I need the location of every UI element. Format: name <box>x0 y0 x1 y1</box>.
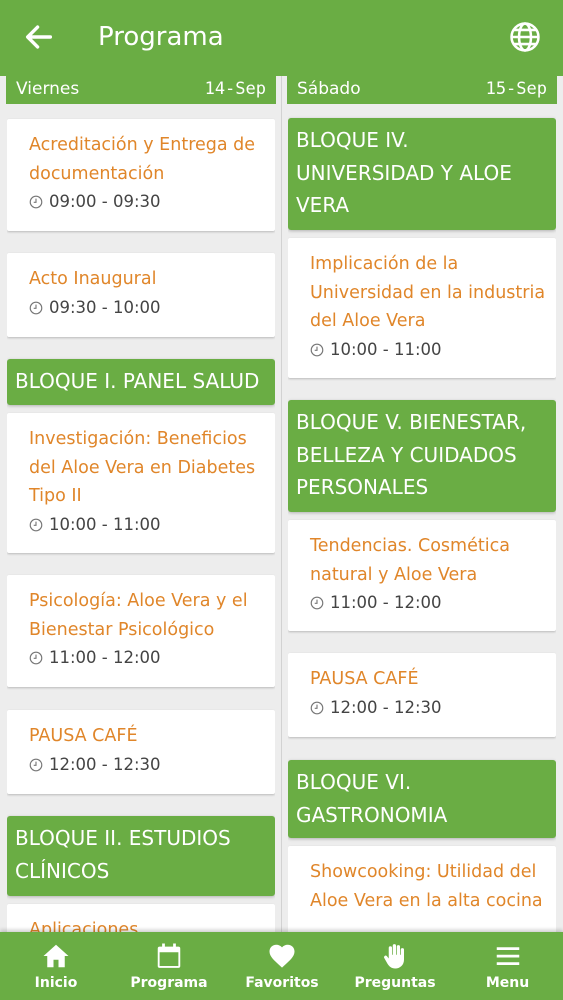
session-time-text: 11:00 - 12:00 <box>330 593 442 612</box>
session-time: 11:00 - 12:00 <box>310 591 546 615</box>
nav-label: Preguntas <box>354 975 436 991</box>
nav-label: Programa <box>130 975 208 991</box>
session-title: Investigación: Beneficios del Aloe Vera … <box>29 429 256 506</box>
nav-label: Inicio <box>34 975 78 991</box>
calendar-icon <box>157 943 181 968</box>
hand-icon <box>384 944 404 969</box>
session-card[interactable]: PAUSA CAFÉ 12:00 - 12:30 <box>7 710 275 794</box>
day-date: 14-Sep <box>204 79 266 99</box>
home-icon <box>43 944 69 968</box>
session-title: Psicología: Aloe Vera y el Bienestar Psi… <box>29 591 248 640</box>
session-time-text: 10:00 - 11:00 <box>49 514 161 534</box>
day-header-friday: Viernes 14-Sep <box>6 76 276 104</box>
session-time: 09:30 - 10:00 <box>29 296 265 320</box>
schedule-column-saturday[interactable]: BLOQUE IV. UNIVERSIDAD Y ALOE VERA Impli… <box>288 104 556 936</box>
day-name: Viernes <box>16 79 80 99</box>
nav-item-favoritos[interactable]: Favoritos <box>226 932 338 1000</box>
day-name: Sábado <box>297 79 361 99</box>
session-title: Acto Inaugural <box>29 269 157 289</box>
session-card[interactable]: Showcooking: Utilidad del Aloe Vera en l… <box>288 846 556 936</box>
session-time: 09:00 - 09:30 <box>29 190 265 214</box>
clock-icon <box>310 343 324 356</box>
heart-icon <box>269 944 295 968</box>
session-time-text: 09:30 - 10:00 <box>49 297 161 317</box>
session-card[interactable]: Acto Inaugural 09:30 - 10:00 <box>7 253 275 337</box>
nav-label: Favoritos <box>245 975 319 991</box>
session-title: Showcooking: Utilidad del Aloe Vera en l… <box>310 862 543 911</box>
session-time: 11:00 - 12:00 <box>29 646 265 670</box>
block-header: BLOQUE VI. GASTRONOMIA <box>288 760 556 838</box>
clock-icon <box>29 651 43 665</box>
session-title: PAUSA CAFÉ <box>310 669 419 689</box>
session-title: Acreditación y Entrega de documentación <box>29 135 256 184</box>
block-header: BLOQUE IV. UNIVERSIDAD Y ALOE VERA <box>288 118 556 230</box>
clock-icon <box>29 301 43 314</box>
session-title: Implicación de la Universidad en la indu… <box>310 254 546 331</box>
app-bar: Programa <box>0 0 563 76</box>
page-title: Programa <box>98 22 224 52</box>
session-time: 12:00 - 12:30 <box>310 696 546 720</box>
session-card[interactable]: Implicación de la Universidad en la indu… <box>288 238 556 378</box>
session-card[interactable]: Acreditación y Entrega de documentación … <box>7 119 275 231</box>
session-card[interactable]: Investigación: Beneficios del Aloe Vera … <box>7 413 275 553</box>
nav-item-preguntas[interactable]: Preguntas <box>339 932 451 1000</box>
session-time: 10:00 - 11:00 <box>310 338 546 362</box>
session-time: 10:00 - 11:00 <box>29 513 265 537</box>
clock-icon <box>29 518 43 531</box>
nav-item-programa[interactable]: Programa <box>113 932 225 1000</box>
arrow-left-icon[interactable] <box>22 20 56 54</box>
block-header: BLOQUE V. BIENESTAR, BELLEZA Y CUIDADOS … <box>288 400 556 512</box>
bottom-navigation: Inicio Programa Favoritos Preguntas Menu <box>0 932 563 1000</box>
schedule-column-friday[interactable]: Acreditación y Entrega de documentación … <box>7 104 275 936</box>
clock-icon <box>310 596 324 610</box>
clock-icon <box>310 701 324 714</box>
session-time-text: 09:00 - 09:30 <box>49 192 161 211</box>
session-time-text: 10:00 - 11:00 <box>330 339 442 359</box>
day-header-saturday: Sábado 15-Sep <box>287 76 557 104</box>
session-title: Tendencias. Cosmética natural y Aloe Ver… <box>310 536 510 585</box>
nav-item-menu[interactable]: Menu <box>452 932 563 1000</box>
day-date: 15-Sep <box>485 79 547 99</box>
session-time: 12:00 - 12:30 <box>29 753 265 777</box>
nav-label: Menu <box>485 975 530 991</box>
session-time-text: 12:00 - 12:30 <box>49 754 161 774</box>
globe-icon[interactable] <box>508 20 542 54</box>
menu-icon <box>496 947 519 965</box>
session-card[interactable]: Psicología: Aloe Vera y el Bienestar Psi… <box>7 575 275 687</box>
clock-icon <box>29 758 43 771</box>
clock-icon <box>29 195 43 209</box>
column-divider <box>281 76 282 936</box>
session-time-text: 11:00 - 12:00 <box>49 648 161 667</box>
nav-item-inicio[interactable]: Inicio <box>0 932 112 1000</box>
session-card[interactable]: PAUSA CAFÉ 12:00 - 12:30 <box>288 653 556 737</box>
session-title: PAUSA CAFÉ <box>29 726 138 746</box>
session-card[interactable]: Tendencias. Cosmética natural y Aloe Ver… <box>288 520 556 631</box>
block-header: BLOQUE I. PANEL SALUD <box>7 359 275 405</box>
block-header: BLOQUE II. ESTUDIOS CLÍNICOS <box>7 816 275 896</box>
session-time-text: 12:00 - 12:30 <box>330 697 442 717</box>
